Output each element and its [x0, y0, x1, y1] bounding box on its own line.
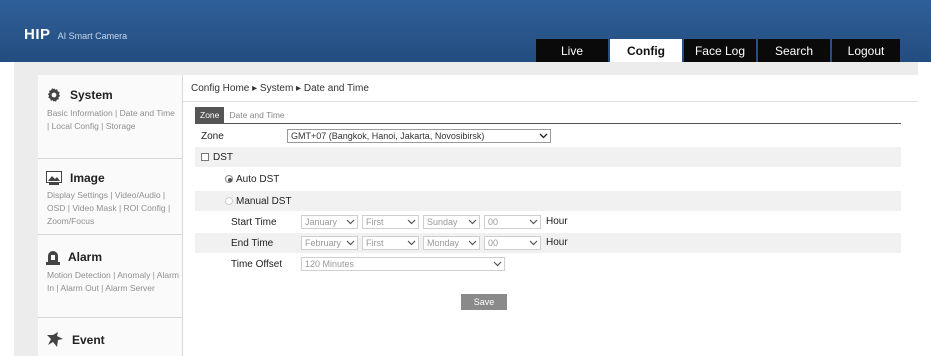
sidebar-title-alarm[interactable]: Alarm	[38, 235, 183, 265]
start-day-value: Sunday	[427, 217, 458, 227]
end-time-label: End Time	[231, 237, 274, 249]
tab-zone[interactable]: Zone	[195, 107, 225, 123]
end-day-select[interactable]: Monday	[423, 236, 480, 250]
end-hour-unit: Hour	[546, 237, 568, 248]
nav-live[interactable]: Live	[536, 39, 608, 62]
auto-dst-row: Auto DST	[195, 169, 901, 189]
dst-label: DST	[213, 151, 233, 163]
auto-dst-label: Auto DST	[236, 173, 280, 185]
sidebar-title-alarm-label: Alarm	[68, 250, 103, 264]
end-hour-value: 00	[488, 238, 499, 248]
nav-face-log[interactable]: Face Log	[684, 39, 756, 62]
sidebar-links-alarm[interactable]: Motion Detection | Anomaly | Alarm In | …	[38, 265, 183, 295]
nav-search[interactable]: Search	[758, 39, 830, 62]
time-offset-label: Time Offset	[231, 258, 283, 270]
breadcrumb: Config Home ▸ System ▸ Date and Time	[191, 83, 369, 94]
main-nav: Live Config Face Log Search Logout	[536, 39, 902, 62]
end-week-select[interactable]: First	[362, 236, 419, 250]
gear-icon	[47, 88, 61, 102]
sidebar-section-system: System Basic Information | Date and Time…	[38, 75, 183, 159]
start-time-label: Start Time	[231, 216, 277, 228]
dst-checkbox[interactable]	[201, 153, 209, 161]
time-offset-value: 120 Minutes	[305, 259, 355, 269]
main-panel: Config Home ▸ System ▸ Date and Time Zon…	[183, 75, 918, 356]
nav-logout[interactable]: Logout	[832, 39, 900, 62]
chevron-down-icon	[407, 219, 416, 225]
auto-dst-radio[interactable]	[225, 175, 233, 183]
zone-select-value: GMT+07 (Bangkok, Hanoi, Jakarta, Novosib…	[291, 131, 485, 141]
chevron-down-icon	[529, 219, 538, 225]
sidebar-title-system-label: System	[70, 88, 113, 102]
nav-config[interactable]: Config	[610, 39, 682, 62]
start-hour-value: 00	[488, 217, 499, 227]
event-icon	[47, 332, 63, 347]
manual-dst-row: Manual DST	[195, 191, 901, 211]
sidebar-links-event[interactable]: Exception | Face Comparison	[38, 348, 183, 356]
start-time-row: Start Time January First Sunday 00 Hour	[195, 212, 901, 232]
logo: HIP AI Smart Camera	[24, 26, 127, 43]
start-month-select[interactable]: January	[301, 215, 358, 229]
dst-row: DST	[195, 147, 901, 167]
sidebar-section-event: Event Exception | Face Comparison	[38, 318, 183, 356]
breadcrumb-divider	[183, 101, 918, 102]
end-week-value: First	[366, 238, 384, 248]
end-hour-select[interactable]: 00	[484, 236, 541, 250]
end-month-select[interactable]: February	[301, 236, 358, 250]
chevron-down-icon	[346, 239, 355, 247]
chevron-down-icon	[407, 240, 416, 246]
sidebar-title-system[interactable]: System	[38, 75, 183, 103]
sidebar-section-alarm: Alarm Motion Detection | Anomaly | Alarm…	[38, 235, 183, 318]
sidebar-title-event[interactable]: Event	[38, 318, 183, 348]
chevron-down-icon	[493, 261, 502, 267]
end-day-value: Monday	[427, 238, 460, 248]
time-offset-row: Time Offset 120 Minutes	[195, 254, 901, 274]
chevron-down-icon	[468, 240, 477, 246]
sidebar-title-image[interactable]: Image	[38, 159, 183, 185]
chevron-down-icon	[468, 219, 477, 225]
start-day-select[interactable]: Sunday	[423, 215, 480, 229]
top-header: HIP AI Smart Camera Live Config Face Log…	[0, 0, 931, 62]
brand-name: HIP	[24, 26, 51, 43]
end-month-value: February	[305, 238, 342, 248]
start-hour-unit: Hour	[546, 216, 568, 227]
alarm-icon	[46, 251, 60, 265]
end-time-row: End Time February First Monday 00 Hour	[195, 233, 901, 253]
tab-underline	[195, 123, 901, 124]
sidebar: System Basic Information | Date and Time…	[38, 75, 183, 356]
zone-label: Zone	[201, 130, 224, 142]
chevron-down-icon	[346, 219, 355, 225]
sidebar-links-image[interactable]: Display Settings | Video/Audio | OSD | V…	[38, 185, 183, 228]
manual-dst-radio[interactable]	[225, 197, 233, 205]
start-week-value: First	[366, 217, 384, 227]
time-offset-select[interactable]: 120 Minutes	[301, 257, 505, 271]
tab-bar: Zone Date and Time	[195, 107, 290, 123]
start-week-select[interactable]: First	[362, 215, 419, 229]
manual-dst-label: Manual DST	[236, 195, 292, 207]
save-button[interactable]: Save	[461, 294, 507, 310]
zone-select[interactable]: GMT+07 (Bangkok, Hanoi, Jakarta, Novosib…	[287, 129, 551, 143]
tab-date-and-time[interactable]: Date and Time	[224, 107, 289, 123]
zone-row: Zone GMT+07 (Bangkok, Hanoi, Jakarta, No…	[195, 126, 901, 146]
sidebar-section-image: Image Display Settings | Video/Audio | O…	[38, 159, 183, 235]
sidebar-links-system[interactable]: Basic Information | Date and Time | Loca…	[38, 103, 183, 133]
image-icon	[46, 171, 62, 185]
sidebar-title-image-label: Image	[70, 171, 105, 185]
start-hour-select[interactable]: 00	[484, 215, 541, 229]
brand-subtitle: AI Smart Camera	[57, 31, 128, 41]
start-month-value: January	[305, 217, 338, 227]
chevron-down-icon	[529, 240, 538, 246]
sidebar-title-event-label: Event	[72, 333, 105, 347]
chevron-down-icon	[539, 133, 548, 139]
